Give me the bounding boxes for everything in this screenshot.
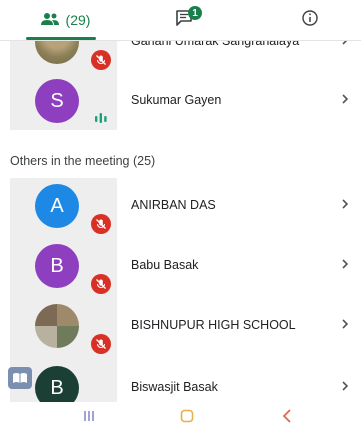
- participant-row[interactable]: B Babu Basak: [0, 238, 361, 296]
- avatar: A: [35, 184, 79, 228]
- avatar-photo: [35, 304, 79, 348]
- mic-off-icon: [91, 50, 111, 70]
- speaking-indicator-icon: [94, 111, 108, 129]
- avatar: B: [35, 244, 79, 288]
- recent-apps-icon[interactable]: [74, 406, 104, 426]
- participant-row[interactable]: BISHNUPUR HIGH SCHOOL: [0, 298, 361, 356]
- chevron-right-icon[interactable]: [340, 257, 350, 275]
- section-title: Others in the meeting (25): [10, 154, 156, 168]
- mic-off-icon: [91, 334, 111, 354]
- people-count: (29): [65, 12, 91, 28]
- info-icon: [301, 9, 319, 32]
- tab-bar: (29) 1: [0, 0, 361, 41]
- system-nav-bar: [0, 402, 361, 430]
- chevron-right-icon[interactable]: [340, 317, 350, 335]
- active-tab-indicator: [26, 37, 96, 40]
- participant-name: Babu Basak: [131, 258, 199, 272]
- chevron-right-icon[interactable]: [340, 197, 350, 215]
- participant-name: Biswasjit Basak: [131, 380, 218, 394]
- participant-row[interactable]: A ANIRBAN DAS: [0, 178, 361, 236]
- participant-name: Sukumar Gayen: [131, 93, 222, 107]
- book-icon[interactable]: [8, 367, 32, 389]
- back-icon[interactable]: [272, 406, 302, 426]
- chat-badge: 1: [188, 6, 202, 20]
- tab-chat[interactable]: 1: [160, 0, 210, 40]
- home-icon[interactable]: [172, 406, 202, 426]
- avatar: S: [35, 79, 79, 123]
- chevron-right-icon[interactable]: [340, 92, 350, 110]
- tab-people[interactable]: (29): [10, 0, 120, 40]
- participant-name: ANIRBAN DAS: [131, 198, 216, 212]
- participant-name: BISHNUPUR HIGH SCHOOL: [131, 318, 296, 332]
- tab-info[interactable]: [290, 0, 330, 40]
- participant-row[interactable]: S Sukumar Gayen: [0, 73, 361, 131]
- mic-off-icon: [91, 214, 111, 234]
- people-icon: [40, 12, 60, 29]
- chevron-right-icon[interactable]: [340, 379, 350, 397]
- mic-off-icon: [91, 274, 111, 294]
